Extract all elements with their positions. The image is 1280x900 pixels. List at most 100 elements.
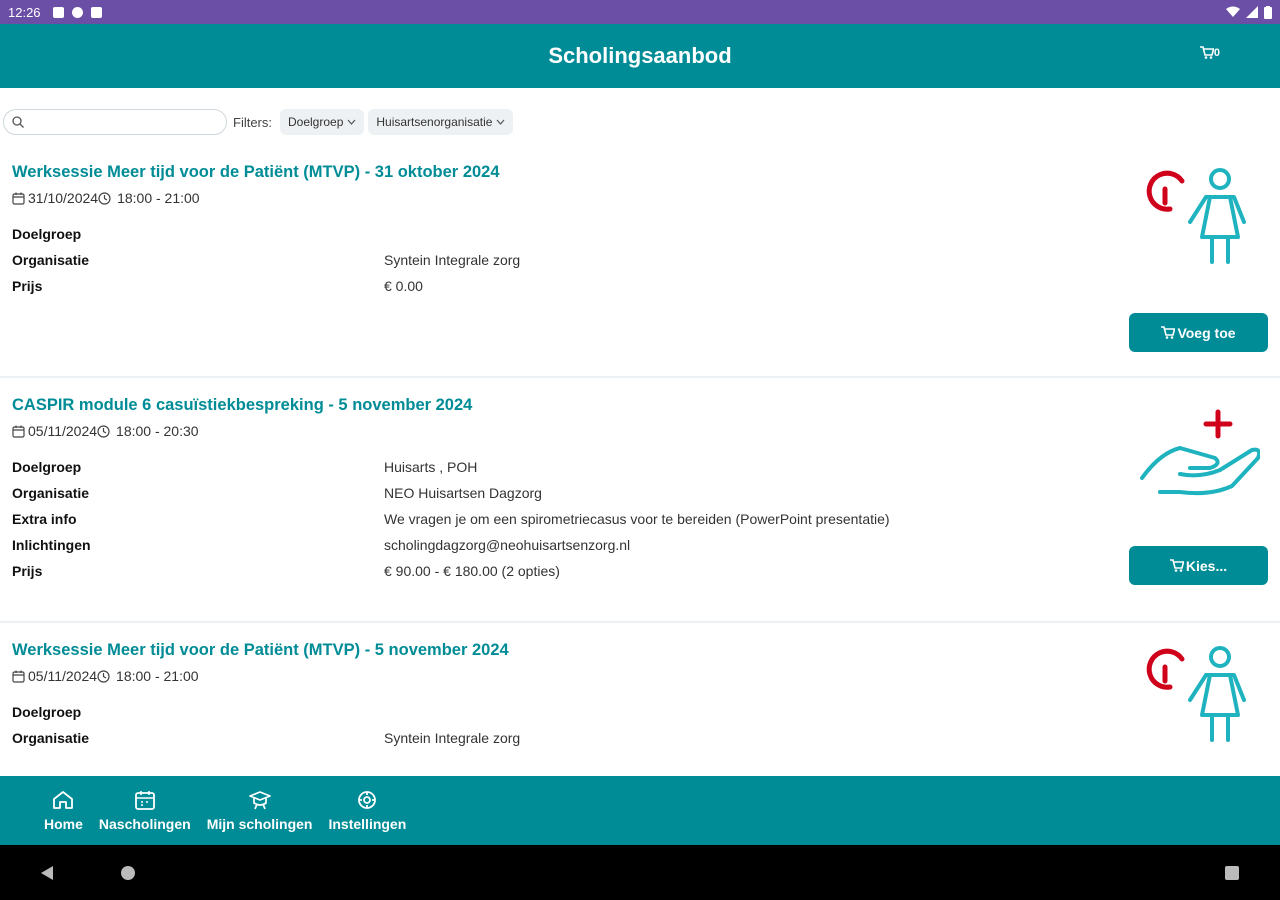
- cart-icon: [1199, 46, 1214, 59]
- signal-icon: [1246, 6, 1258, 18]
- cart-icon: [1169, 559, 1184, 572]
- detail-key: Prijs: [12, 563, 43, 579]
- detail-key: Organisatie: [12, 252, 90, 268]
- clock-person-icon: [1146, 168, 1246, 264]
- filter-chip-doelgroep[interactable]: Doelgroep: [280, 109, 365, 135]
- detail-key: Doelgroep: [12, 704, 82, 720]
- calendar-icon: [134, 790, 155, 810]
- course-meta: 05/11/2024 18:00 - 20:30: [12, 423, 1268, 439]
- list-item: CASPIR module 6 casuïstiekbespreking - 5…: [0, 378, 1280, 623]
- choose-button[interactable]: Kies...: [1129, 546, 1268, 585]
- nav-item-mijn-scholingen[interactable]: Mijn scholingen: [199, 790, 321, 832]
- detail-value: We vragen je om een spirometriecasus voo…: [384, 511, 890, 527]
- add-to-cart-button[interactable]: Voeg toe: [1129, 313, 1268, 352]
- detail-row: Prijs € 90.00 - € 180.00 (2 opties): [12, 563, 1268, 589]
- status-time: 12:26: [8, 4, 41, 20]
- status-right-icons: [1226, 5, 1272, 19]
- back-icon[interactable]: [40, 865, 54, 881]
- course-time: 18:00 - 21:00: [117, 190, 200, 206]
- cart-button[interactable]: 0: [1199, 46, 1220, 59]
- course-date: 05/11/2024: [28, 668, 98, 684]
- detail-value: Huisarts , POH: [384, 459, 478, 475]
- detail-key: Inlichtingen: [12, 537, 91, 553]
- detail-row: Inlichtingen scholingdagzorg@neohuisartse…: [12, 537, 1268, 563]
- nav-item-nascholingen[interactable]: Nascholingen: [91, 790, 199, 832]
- filter-bar: Filters: Doelgroep Huisartsenorganisatie: [0, 108, 1280, 136]
- course-date: 31/10/2024: [28, 190, 99, 206]
- detail-value: € 90.00 - € 180.00 (2 opties): [384, 563, 560, 579]
- list-item: Werksessie Meer tijd voor de Patiënt (MT…: [0, 145, 1280, 378]
- clock-icon: [97, 669, 110, 683]
- detail-row: Doelgroep: [12, 704, 1268, 730]
- notification-icon: [52, 6, 64, 18]
- nav-label: Instellingen: [328, 815, 407, 832]
- nav-item-home[interactable]: Home: [36, 790, 91, 832]
- course-title[interactable]: Werksessie Meer tijd voor de Patiënt (MT…: [12, 163, 1268, 182]
- battery-icon: [1264, 5, 1272, 19]
- detail-value: NEO Huisartsen Dagzorg: [384, 485, 542, 501]
- search-icon: [12, 116, 24, 128]
- clock-person-icon: [1146, 646, 1246, 742]
- gear-icon: [358, 790, 377, 809]
- course-details: Doelgroep Organisatie Syntein Integrale z…: [12, 226, 1268, 304]
- calendar-icon: [12, 425, 25, 438]
- cart-count: 0: [1213, 46, 1220, 59]
- detail-row: Doelgroep: [12, 226, 1268, 252]
- app-notification-icon: [71, 6, 83, 18]
- clock-icon: [97, 424, 110, 438]
- detail-row: Organisatie NEO Huisartsen Dagzorg: [12, 485, 1268, 511]
- nav-label: Nascholingen: [98, 815, 191, 832]
- button-label: Voeg toe: [1177, 324, 1236, 341]
- status-icons: [52, 6, 102, 18]
- filter-chip-label: Huisartsenorganisatie: [376, 115, 493, 129]
- detail-value: Syntein Integrale zorg: [384, 730, 521, 746]
- detail-row: Organisatie Syntein Integrale zorg: [12, 252, 1268, 278]
- course-meta: 31/10/2024 18:00 - 21:00: [12, 190, 1268, 206]
- course-details: Doelgroep Huisarts , POH Organisatie NEO H…: [12, 459, 1268, 589]
- detail-row: Organisatie Syntein Integrale zorg: [12, 730, 1268, 756]
- filter-chip-label: Doelgroep: [288, 115, 344, 129]
- course-time: 18:00 - 21:00: [116, 668, 199, 684]
- detail-value[interactable]: scholingdagzorg@neohuisartsenzorg.nl: [384, 537, 630, 553]
- detail-key: Extra info: [12, 511, 77, 527]
- course-time: 18:00 - 20:30: [116, 423, 199, 439]
- detail-key: Doelgroep: [12, 226, 82, 242]
- detail-key: Organisatie: [12, 485, 90, 501]
- bottom-navigation: Home Nascholingen Mijn scholingen Instel…: [0, 776, 1280, 845]
- detail-value: € 0.00: [384, 278, 423, 294]
- hand-plus-icon: [1140, 409, 1260, 496]
- clock-icon: [98, 191, 111, 205]
- course-meta: 05/11/2024 18:00 - 21:00: [12, 668, 1268, 684]
- chevron-down-icon: [347, 119, 356, 125]
- nav-item-instellingen[interactable]: Instellingen: [320, 790, 414, 832]
- course-title[interactable]: Werksessie Meer tijd voor de Patiënt (MT…: [12, 641, 1268, 660]
- chevron-down-icon: [496, 119, 505, 125]
- detail-row: Extra info We vragen je om een spirometri…: [12, 511, 1268, 537]
- detail-key: Organisatie: [12, 730, 90, 746]
- system-navigation-bar: [0, 845, 1280, 900]
- button-label: Kies...: [1185, 557, 1228, 574]
- detail-row: Prijs € 0.00: [12, 278, 1268, 304]
- course-title[interactable]: CASPIR module 6 casuïstiekbespreking - 5…: [12, 396, 1268, 415]
- sd-card-icon: [90, 6, 102, 18]
- search-input[interactable]: [30, 114, 210, 130]
- nav-label: Home: [44, 815, 83, 832]
- page-title: Scholingsaanbod: [548, 43, 732, 68]
- detail-key: Doelgroep: [12, 459, 82, 475]
- home-icon: [53, 790, 74, 809]
- calendar-icon: [12, 670, 25, 683]
- course-list[interactable]: Werksessie Meer tijd voor de Patiënt (MT…: [0, 145, 1280, 776]
- detail-row: Doelgroep Huisarts , POH: [12, 459, 1268, 485]
- home-circle-icon[interactable]: [120, 865, 136, 881]
- search-box[interactable]: [3, 109, 227, 135]
- recents-icon[interactable]: [1224, 865, 1240, 881]
- graduation-icon: [248, 790, 271, 809]
- app-bar: Scholingsaanbod 0: [0, 24, 1280, 88]
- cart-icon: [1161, 326, 1176, 339]
- course-date: 05/11/2024: [28, 423, 98, 439]
- detail-value: Syntein Integrale zorg: [384, 252, 521, 268]
- calendar-icon: [12, 192, 25, 205]
- filter-chip-huisartsenorganisatie[interactable]: Huisartsenorganisatie: [368, 109, 514, 135]
- nav-label: Mijn scholingen: [206, 815, 313, 832]
- wifi-icon: [1226, 6, 1240, 17]
